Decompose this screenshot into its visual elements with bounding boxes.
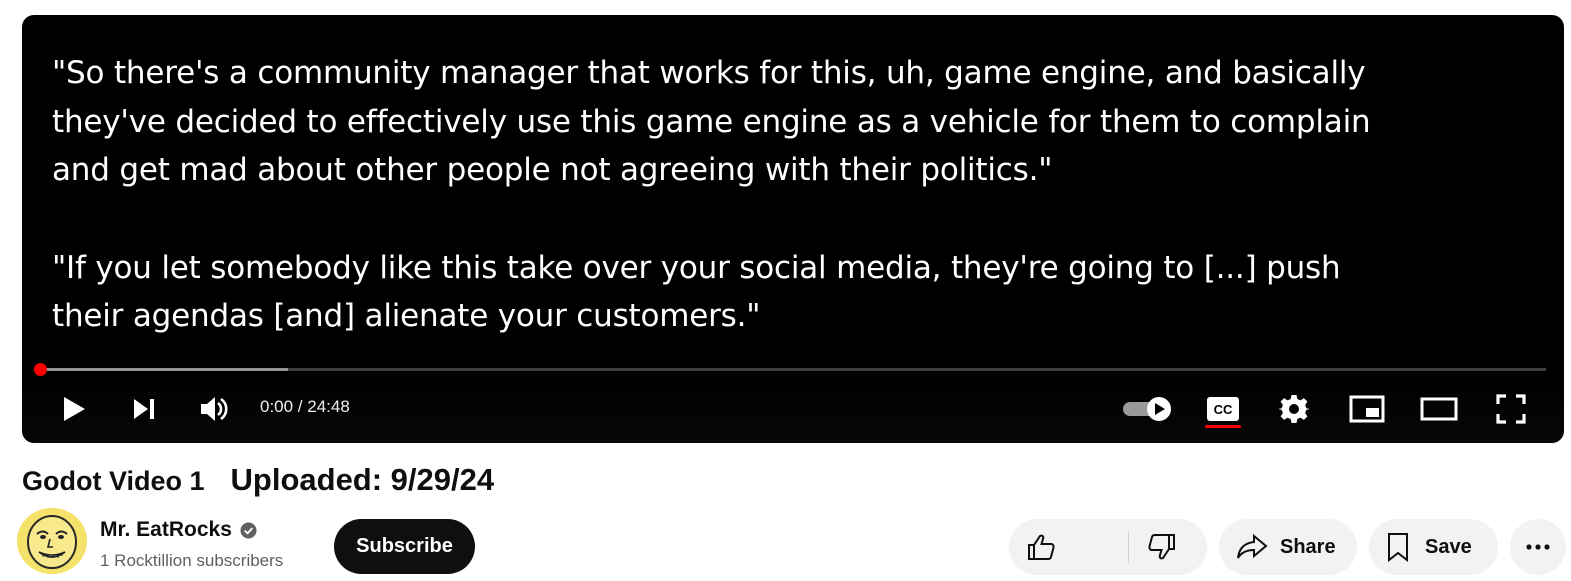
play-icon [64, 397, 85, 421]
share-button[interactable]: Share [1219, 519, 1357, 575]
progress-bar[interactable] [34, 363, 1546, 376]
autoplay-toggle-icon [1123, 397, 1171, 421]
subscriber-count: 1 Rocktillion subscribers [100, 551, 284, 570]
save-label: Save [1425, 535, 1472, 558]
fullscreen-icon [1496, 394, 1526, 424]
share-label: Share [1280, 535, 1336, 558]
video-title: Godot Video 1 [22, 466, 205, 496]
progress-scrubber[interactable] [34, 363, 47, 376]
captions-icon: CC [1207, 397, 1239, 421]
subscribe-button[interactable]: Subscribe [334, 519, 475, 574]
settings-icon [1279, 395, 1309, 423]
theater-mode-icon [1420, 397, 1458, 421]
miniplayer-button[interactable] [1344, 387, 1390, 431]
autoplay-toggle[interactable] [1118, 387, 1178, 431]
share-arrow-icon [1237, 533, 1268, 559]
play-button[interactable] [52, 387, 96, 431]
channel-name-label: Mr. EatRocks [100, 518, 232, 541]
caption-overlay: "So there's a community manager that wor… [52, 49, 1452, 341]
next-button[interactable] [122, 387, 166, 431]
miniplayer-icon [1349, 395, 1385, 423]
avatar-face-icon [17, 508, 87, 574]
fullscreen-button[interactable] [1488, 387, 1534, 431]
volume-icon [201, 397, 228, 421]
thumbs-down-icon [1148, 534, 1175, 560]
settings-button[interactable] [1271, 387, 1317, 431]
like-dislike-group [1009, 519, 1207, 575]
more-horizontal-icon [1526, 544, 1550, 550]
thumbs-up-icon [1028, 534, 1055, 560]
more-actions-button[interactable] [1510, 519, 1566, 575]
theater-mode-button[interactable] [1416, 387, 1462, 431]
progress-buffered [40, 368, 289, 371]
save-button[interactable]: Save [1369, 519, 1498, 575]
captions-active-indicator [1205, 425, 1241, 428]
bookmark-icon [1388, 533, 1408, 562]
time-display: 0:00 / 24:48 [260, 397, 350, 416]
verified-badge-icon [240, 521, 257, 539]
video-title-row: Godot Video 1 Uploaded: 9/29/24 [22, 462, 494, 498]
upload-date: Uploaded: 9/29/24 [230, 462, 495, 497]
channel-name[interactable]: Mr. EatRocks [100, 518, 257, 542]
caption-paragraph-2: "If you let somebody like this take over… [52, 249, 1341, 335]
player-controls: 0:00 / 24:48 CC [22, 387, 1564, 431]
avatar[interactable] [17, 508, 87, 574]
channel-row: Mr. EatRocks 1 Rocktillion subscribers S… [17, 508, 1567, 575]
svg-text:CC: CC [1214, 402, 1233, 417]
caption-paragraph-1: "So there's a community manager that wor… [52, 55, 1371, 188]
like-button[interactable] [1009, 519, 1128, 575]
dislike-button[interactable] [1129, 519, 1207, 575]
volume-button[interactable] [192, 387, 236, 431]
video-player[interactable]: "So there's a community manager that wor… [22, 15, 1564, 443]
next-icon [134, 399, 154, 419]
